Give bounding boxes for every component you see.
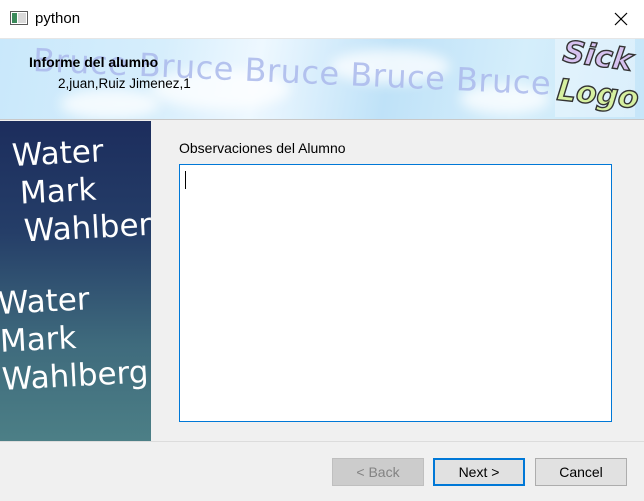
footer-divider (0, 441, 644, 442)
window-app-icon (10, 11, 28, 25)
logo-text-top: Sick (560, 39, 635, 79)
title-bar: python (0, 0, 644, 39)
window-title: python (35, 10, 81, 27)
text-caret (185, 171, 186, 189)
side-watermark-2: Water Mark Wahlberg (0, 277, 149, 399)
observations-label: Observaciones del Alumno (179, 140, 346, 156)
observations-textarea[interactable] (179, 164, 612, 422)
logo-text-bottom: Logo (555, 72, 641, 117)
side-watermark-1-line3: Wahlberg (23, 205, 151, 250)
back-button[interactable]: < Back (332, 458, 424, 486)
next-button[interactable]: Next > (433, 458, 525, 486)
side-watermark-2-line3: Wahlberg (1, 354, 150, 398)
header-banner: Bruce Bruce Bruce Bruce Bruce Informe de… (0, 39, 644, 120)
page-title: Informe del alumno (29, 54, 159, 70)
close-icon (614, 12, 628, 26)
page-subtitle: 2,juan,Ruiz Jimenez,1 (58, 76, 191, 91)
logo: Sick Logo (555, 39, 641, 117)
side-watermark-1: Water Mark Wahlberg (11, 129, 151, 251)
cancel-button[interactable]: Cancel (535, 458, 627, 486)
side-watermark-panel: Water Mark Wahlberg Water Mark Wahlberg (0, 121, 151, 441)
close-button[interactable] (598, 0, 644, 38)
